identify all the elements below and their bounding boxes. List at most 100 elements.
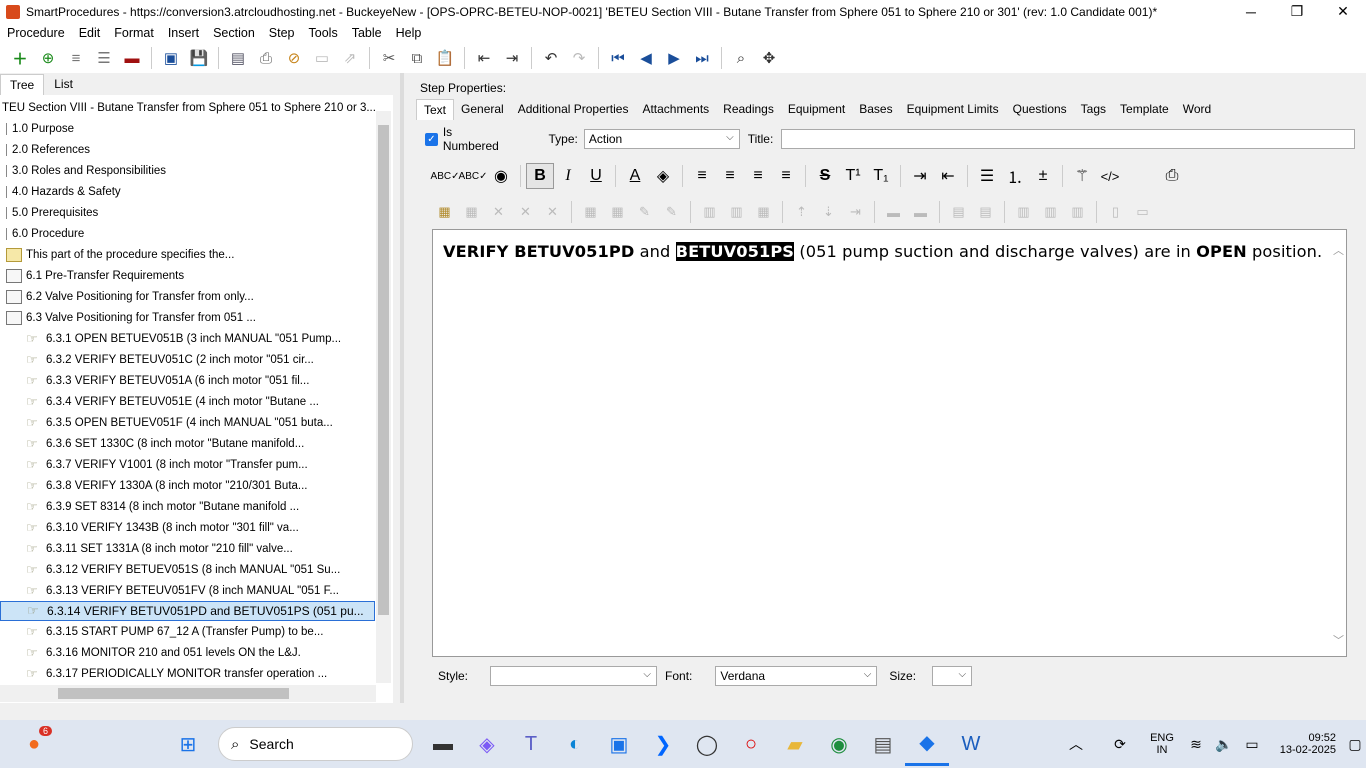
- row-icon[interactable]: ▬: [880, 199, 907, 225]
- tab-equipment[interactable]: Equipment: [781, 99, 852, 120]
- magic-wand-icon[interactable]: ⚚: [1068, 163, 1096, 189]
- image-icon[interactable]: ▭: [308, 46, 336, 70]
- remove-icon[interactable]: ▬: [118, 46, 146, 70]
- file-explorer-icon[interactable]: ▰: [773, 722, 817, 766]
- tree-item[interactable]: 3.0 Roles and Responsibilities: [0, 160, 375, 181]
- widgets-icon[interactable]: ● 6: [12, 722, 56, 766]
- tree-item[interactable]: 6.2 Valve Positioning for Transfer from …: [0, 286, 375, 307]
- tree-item[interactable]: ☞ 6.3.13 VERIFY BETEUV051FV (8 inch MANUA…: [0, 580, 375, 601]
- tree-item[interactable]: 6.0 Procedure: [0, 223, 375, 244]
- outdent-icon[interactable]: ⇤: [934, 163, 962, 189]
- language-indicator[interactable]: ENG IN: [1142, 732, 1182, 756]
- tree-item[interactable]: ☞ 6.3.16 MONITOR 210 and 051 levels ON th…: [0, 642, 375, 663]
- subscript-icon[interactable]: T₁: [867, 163, 895, 189]
- col-equal-icon[interactable]: ▥: [1064, 199, 1091, 225]
- pencil-icon[interactable]: ✎: [631, 199, 658, 225]
- tree-item[interactable]: ☞ 6.3.6 SET 1330C (8 inch motor "Butane m…: [0, 433, 375, 454]
- store-icon[interactable]: ▣: [597, 722, 641, 766]
- preview-icon[interactable]: ▤: [224, 46, 252, 70]
- row-below-icon[interactable]: ⇣: [815, 199, 842, 225]
- tree-horizontal-scrollbar[interactable]: [0, 685, 376, 702]
- thesaurus-icon[interactable]: ◉: [487, 163, 515, 189]
- grid-icon[interactable]: ▦: [577, 199, 604, 225]
- is-numbered-checkbox[interactable]: ✓: [425, 132, 438, 146]
- tab-list[interactable]: List: [44, 73, 83, 95]
- align-left-icon[interactable]: ≡: [688, 163, 716, 189]
- wifi-icon[interactable]: ≋: [1182, 722, 1210, 766]
- add-icon[interactable]: ＋: [6, 46, 34, 70]
- editor-scroll-up-icon[interactable]: ︿: [1333, 242, 1344, 258]
- tree-item[interactable]: ☞ 6.3.1 OPEN BETUEV051B (3 inch MANUAL "0…: [0, 328, 375, 349]
- teams-icon[interactable]: T: [509, 722, 553, 766]
- task-view-icon[interactable]: ▬: [421, 722, 465, 766]
- clock[interactable]: 09:52 13-02-2025: [1266, 732, 1336, 756]
- volume-icon[interactable]: 🔈: [1210, 722, 1238, 766]
- tree-item[interactable]: ☞ 6.3.12 VERIFY BETUEV051S (8 inch MANUAL…: [0, 559, 375, 580]
- editor-scroll-down-icon[interactable]: ﹀: [1333, 632, 1344, 648]
- outdent-icon[interactable]: ⇤: [470, 46, 498, 70]
- first-icon[interactable]: ⏮: [604, 46, 632, 70]
- menu-insert[interactable]: Insert: [161, 26, 206, 40]
- tree-branch-icon[interactable]: [6, 164, 10, 177]
- merge-icon[interactable]: ▦: [750, 199, 777, 225]
- size-select[interactable]: ⌵: [932, 666, 973, 686]
- previous-icon[interactable]: ◀: [632, 46, 660, 70]
- tab-additional-properties[interactable]: Additional Properties: [511, 99, 636, 120]
- align-right-icon[interactable]: ≡: [744, 163, 772, 189]
- bullet-list-icon[interactable]: ☰: [973, 163, 1001, 189]
- menu-procedure[interactable]: Procedure: [0, 26, 72, 40]
- list-icon[interactable]: ≡: [62, 46, 90, 70]
- add-child-icon[interactable]: ⊕: [34, 46, 62, 70]
- tree-item[interactable]: This part of the procedure specifies the…: [0, 244, 375, 265]
- tree-vertical-scrollbar[interactable]: [376, 111, 391, 683]
- cell-remove-icon[interactable]: ✕: [512, 199, 539, 225]
- cut-icon[interactable]: ✂: [375, 46, 403, 70]
- col-width-icon[interactable]: ▥: [1010, 199, 1037, 225]
- tab-equipment-limits[interactable]: Equipment Limits: [900, 99, 1006, 120]
- bold-button[interactable]: B: [526, 163, 554, 189]
- tab-text[interactable]: Text: [416, 99, 455, 120]
- cell-delete-icon[interactable]: ✕: [485, 199, 512, 225]
- title-input[interactable]: [781, 129, 1355, 149]
- menu-step[interactable]: Step: [262, 26, 302, 40]
- tree-item[interactable]: ☞ 6.3.17 PERIODICALLY MONITOR transfer op…: [0, 663, 375, 684]
- tree-branch-icon[interactable]: [6, 185, 10, 198]
- tab-bases[interactable]: Bases: [852, 99, 899, 120]
- tab-tags[interactable]: Tags: [1074, 99, 1113, 120]
- open-icon[interactable]: ▣: [157, 46, 185, 70]
- redo-icon[interactable]: ↷: [565, 46, 593, 70]
- strikethrough-icon[interactable]: S: [811, 163, 839, 189]
- tree-item[interactable]: 6.3 Valve Positioning for Transfer from …: [0, 307, 375, 328]
- opera-icon[interactable]: ○: [729, 722, 773, 766]
- horizontal-line-icon[interactable]: ±: [1029, 163, 1057, 189]
- menu-help[interactable]: Help: [389, 26, 429, 40]
- menu-edit[interactable]: Edit: [72, 26, 108, 40]
- column-insert-icon[interactable]: ▥: [696, 199, 723, 225]
- tree-item[interactable]: ☞ 6.3.7 VERIFY V1001 (8 inch motor "Trans…: [0, 454, 375, 475]
- insert-table-icon[interactable]: ▦: [431, 199, 458, 225]
- split-alt-icon[interactable]: ▤: [972, 199, 999, 225]
- style-select[interactable]: ⌵: [490, 666, 658, 686]
- spellcheck-auto-icon[interactable]: ABC✓: [459, 163, 488, 189]
- pane-splitter[interactable]: [400, 73, 404, 703]
- tab-readings[interactable]: Readings: [716, 99, 781, 120]
- save-icon[interactable]: 💾: [185, 46, 213, 70]
- edge-icon[interactable]: ◐: [553, 722, 597, 766]
- tree-item[interactable]: 5.0 Prerequisites: [0, 202, 375, 223]
- share-icon[interactable]: ⇗: [336, 46, 364, 70]
- cell-clear-icon[interactable]: ✕: [539, 199, 566, 225]
- word-icon[interactable]: W: [949, 722, 993, 766]
- row-split-icon[interactable]: ▬: [907, 199, 934, 225]
- tree-item[interactable]: ☞ 6.3.15 START PUMP 67_12 A (Transfer Pum…: [0, 621, 375, 642]
- menu-tools[interactable]: Tools: [302, 26, 345, 40]
- vertical-bar-icon[interactable]: ▯: [1102, 199, 1129, 225]
- justify-icon[interactable]: ≡: [772, 163, 800, 189]
- row-above-icon[interactable]: ⇡: [788, 199, 815, 225]
- column-delete-icon[interactable]: ▥: [723, 199, 750, 225]
- tree-item[interactable]: ☞ 6.3.11 SET 1331A (8 inch motor "210 fil…: [0, 538, 375, 559]
- col-auto-icon[interactable]: ▥: [1037, 199, 1064, 225]
- spellcheck-icon[interactable]: ABC✓: [431, 163, 460, 189]
- menu-format[interactable]: Format: [107, 26, 161, 40]
- tab-attachments[interactable]: Attachments: [635, 99, 716, 120]
- notification-icon[interactable]: ▢: [1344, 722, 1366, 766]
